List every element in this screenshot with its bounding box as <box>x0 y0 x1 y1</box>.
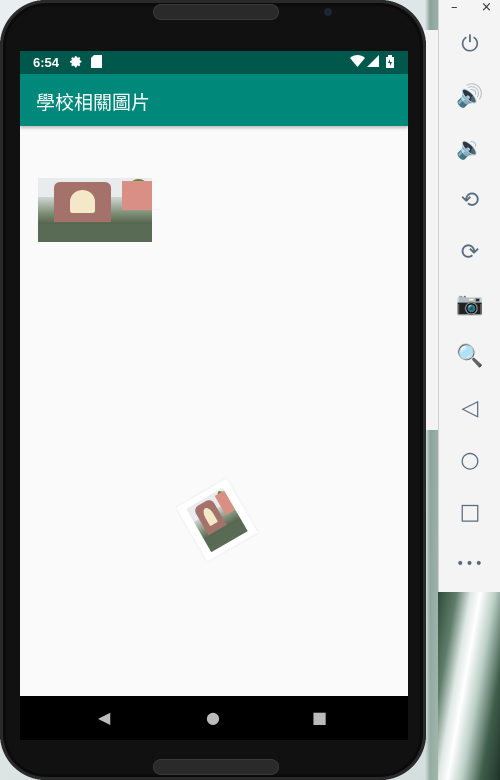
battery-icon <box>386 55 394 71</box>
overview-square-icon: □ <box>459 499 481 525</box>
nav-recents-icon[interactable]: ■ <box>312 708 327 727</box>
school-pavilion-photo-rotated[interactable] <box>176 478 258 562</box>
screenshot-button[interactable]: 📷 <box>450 284 490 324</box>
rotate-left-button[interactable]: ⟲ <box>450 180 490 220</box>
navigation-bar: ◀ ● ■ <box>20 696 408 740</box>
home-button[interactable]: ○ <box>450 440 490 480</box>
desktop-wallpaper <box>438 590 500 780</box>
home-circle-icon: ○ <box>460 447 480 473</box>
back-triangle-icon: ◁ <box>461 395 479 421</box>
front-camera <box>324 8 332 16</box>
emulator-toolbar: – × ⏻ 🔊 🔉 ⟲ ⟳ 📷 🔍 ◁ ○ □ ••• <box>438 0 500 592</box>
phone-screen: 6:54 學校相關圖片 <box>20 51 408 696</box>
school-pavilion-photo[interactable] <box>38 178 152 242</box>
volume-up-icon: 🔊 <box>456 83 484 109</box>
volume-up-button[interactable]: 🔊 <box>450 76 490 116</box>
overview-button[interactable]: □ <box>450 492 490 532</box>
gear-icon <box>70 55 83 71</box>
nav-back-icon[interactable]: ◀ <box>98 708 110 727</box>
bottom-speaker <box>153 759 279 775</box>
top-speaker <box>153 4 279 20</box>
back-button[interactable]: ◁ <box>450 388 490 428</box>
volume-down-button[interactable]: 🔉 <box>450 128 490 168</box>
zoom-icon: 🔍 <box>456 343 484 369</box>
zoom-button[interactable]: 🔍 <box>450 336 490 376</box>
power-button[interactable]: ⏻ <box>450 24 490 64</box>
volume-down-icon: 🔉 <box>456 135 484 161</box>
minimize-button[interactable]: – <box>451 0 458 15</box>
signal-icon <box>367 55 379 70</box>
rotated-photo-content <box>186 487 248 553</box>
status-time: 6:54 <box>33 55 60 70</box>
nav-home-icon[interactable]: ● <box>206 708 220 727</box>
more-dots-icon: ••• <box>456 556 484 572</box>
more-button[interactable]: ••• <box>450 544 490 584</box>
rotate-right-icon: ⟳ <box>460 239 480 265</box>
power-icon: ⏻ <box>461 31 479 57</box>
rotate-right-button[interactable]: ⟳ <box>450 232 490 272</box>
status-bar: 6:54 <box>20 51 408 74</box>
rotate-left-icon: ⟲ <box>460 187 480 213</box>
camera-icon: 📷 <box>456 291 484 317</box>
wifi-icon <box>350 55 365 70</box>
app-bar: 學校相關圖片 <box>20 74 408 126</box>
sd-card-icon <box>91 55 102 71</box>
close-button[interactable]: × <box>481 0 492 15</box>
emulator-phone-frame: 6:54 學校相關圖片 ◀ ● ■ <box>0 0 426 780</box>
page-title: 學校相關圖片 <box>36 92 151 114</box>
